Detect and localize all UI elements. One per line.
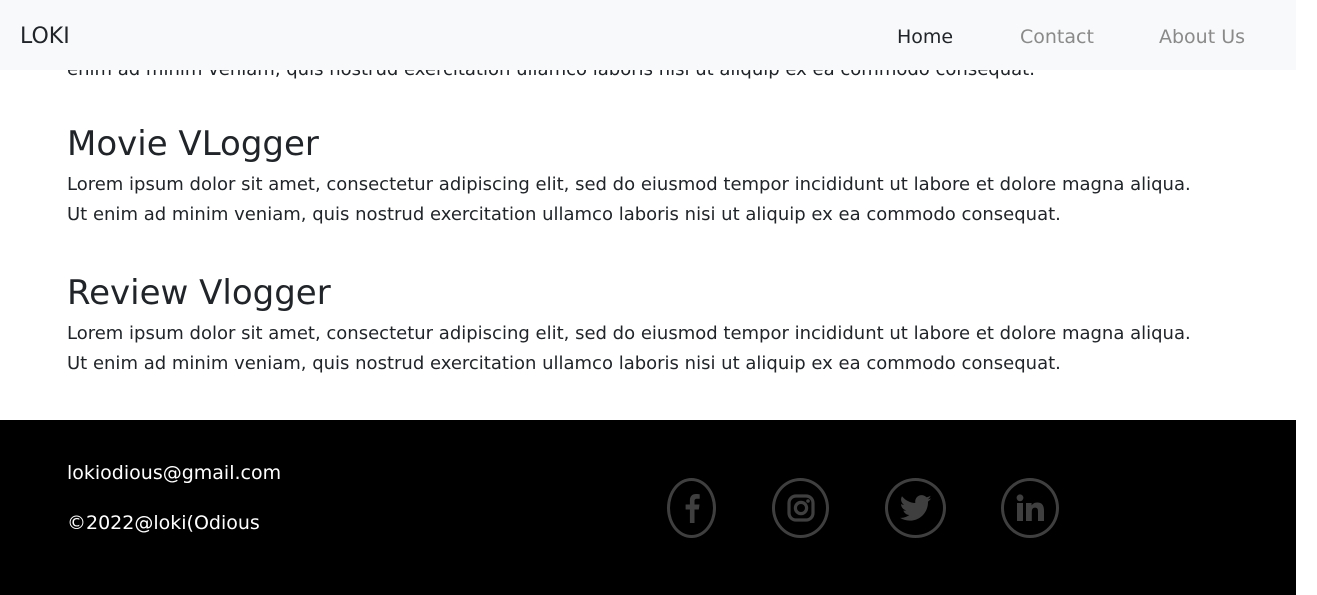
section-body: Lorem ipsum dolor sit amet, consectetur … [67, 174, 1191, 225]
footer-copyright: ©2022@loki(Odious [67, 512, 260, 534]
nav-link-home[interactable]: Home [897, 24, 953, 50]
section-title: Movie VLogger [67, 124, 319, 164]
nav-link-about-us[interactable]: About Us [1159, 24, 1245, 50]
footer: lokiodious@gmail.com ©2022@loki(Odious [0, 420, 1296, 595]
instagram-link[interactable] [772, 478, 829, 538]
twitter-icon [899, 494, 932, 522]
section-movie-vlogger: Movie VLogger Lorem ipsum dolor sit amet… [67, 124, 1207, 230]
section-body: Lorem ipsum dolor sit amet, consectetur … [67, 323, 1191, 374]
facebook-icon [684, 493, 700, 523]
brand-logo-link[interactable]: LOKI [20, 22, 70, 52]
footer-email: lokiodious@gmail.com [67, 462, 282, 484]
twitter-link[interactable] [885, 478, 946, 538]
page: enim ad minim veniam, quis nostrud exerc… [0, 0, 1317, 595]
scrollbar-gutter [1296, 0, 1317, 595]
instagram-icon [786, 494, 815, 522]
facebook-link[interactable] [667, 478, 716, 538]
nav-link-contact[interactable]: Contact [1020, 24, 1094, 50]
section-title: Review Vlogger [67, 273, 331, 313]
linkedin-link[interactable] [1001, 478, 1059, 538]
linkedin-icon [1016, 494, 1044, 522]
navbar: LOKI Home Contact About Us [0, 0, 1296, 70]
section-review-vlogger: Review Vlogger Lorem ipsum dolor sit ame… [67, 273, 1207, 379]
